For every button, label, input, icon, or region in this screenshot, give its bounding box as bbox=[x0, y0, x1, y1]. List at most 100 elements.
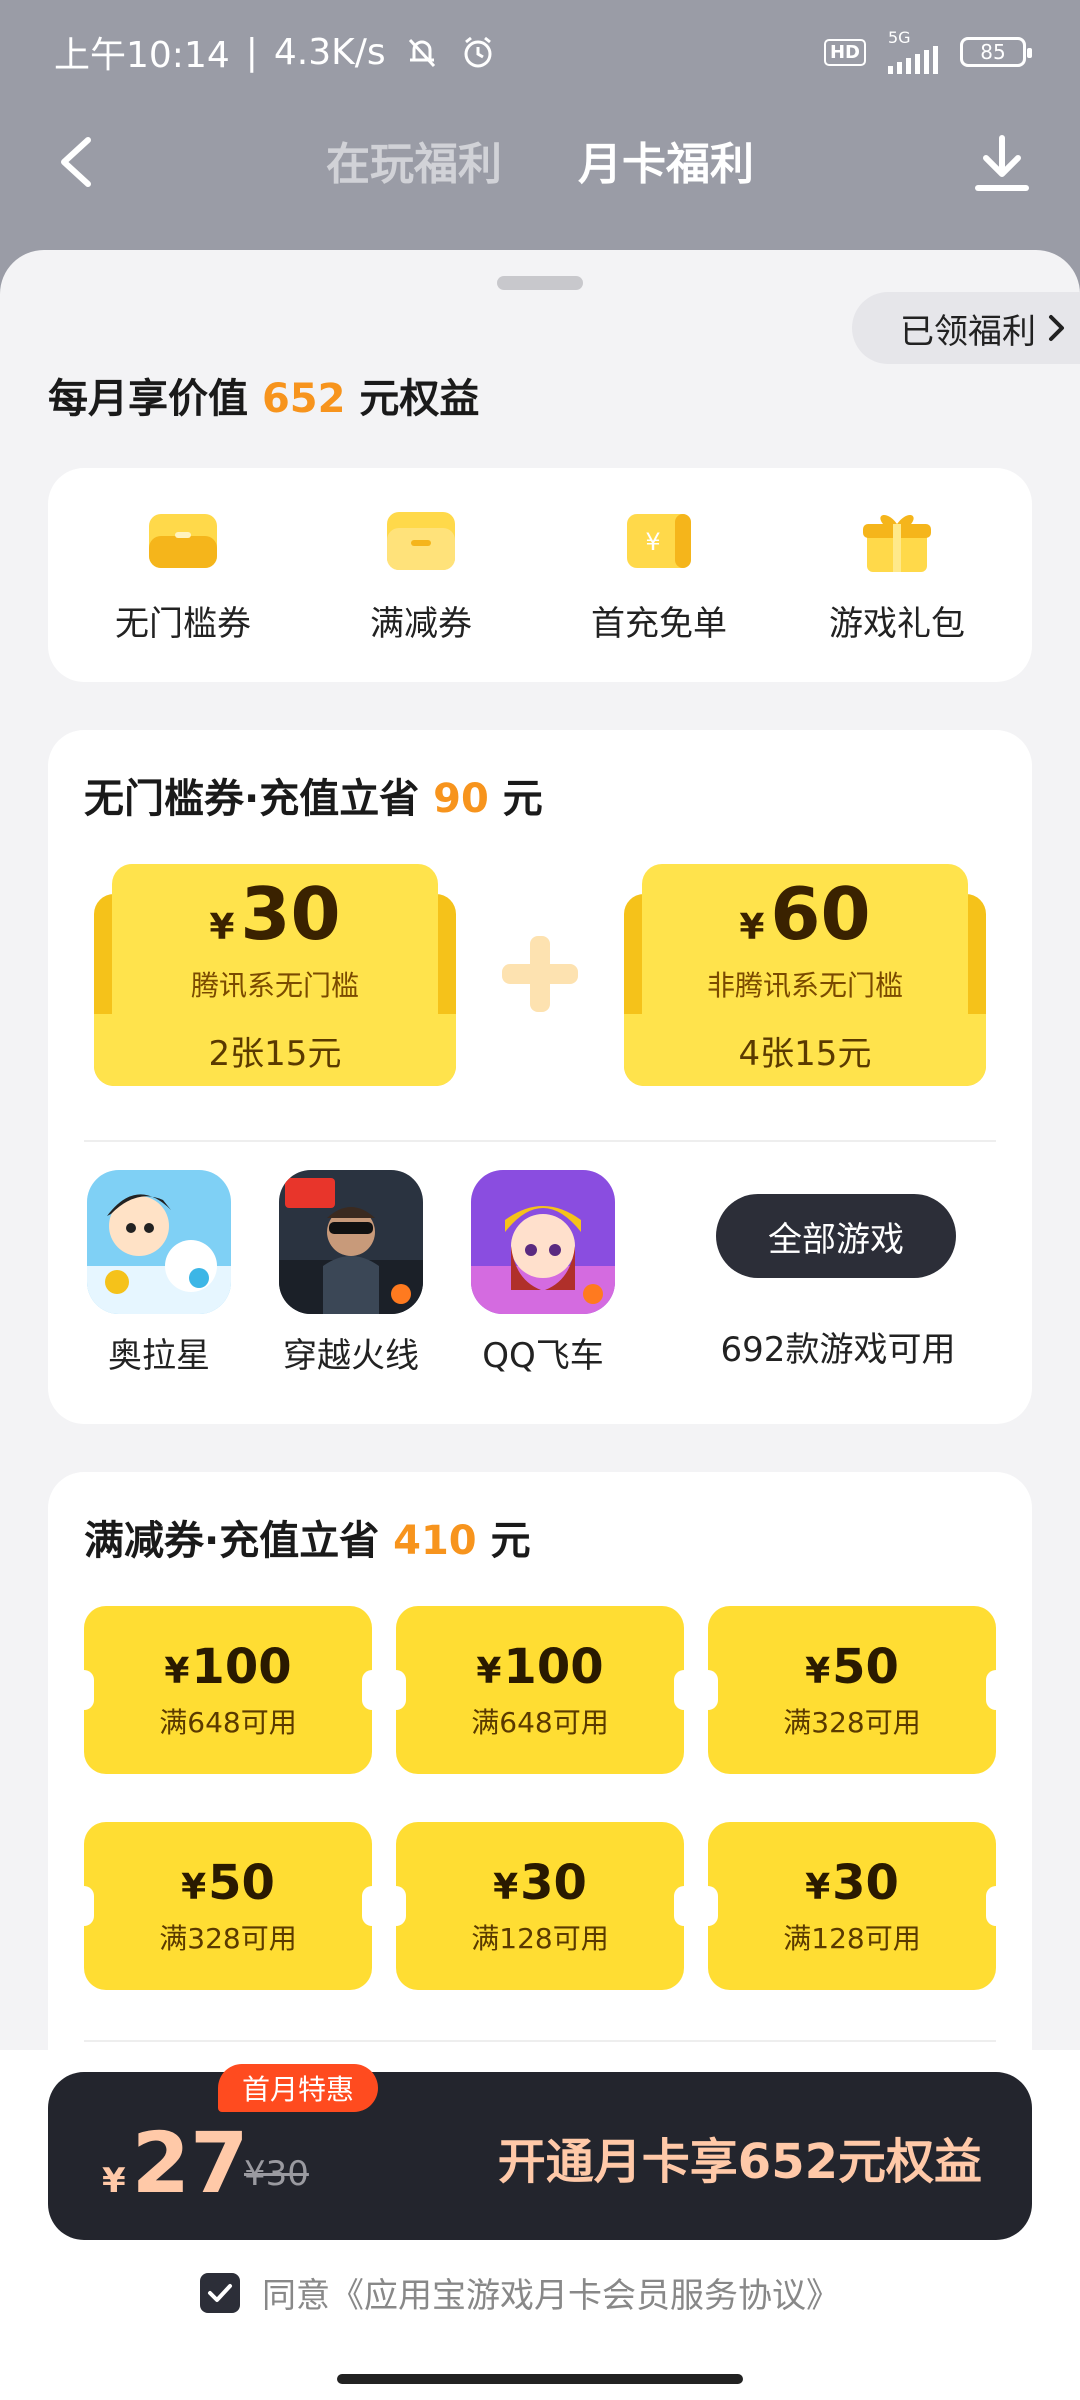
benefit-label: 满减券 bbox=[370, 603, 472, 644]
no-threshold-coupon-card: 无门槛券·充值立省 90 元 ¥30 腾讯系无门槛 2张15元 ¥60 非腾讯系… bbox=[48, 730, 1032, 1424]
available-games-count: 692款游戏可用 bbox=[720, 1330, 956, 1370]
game-name: 穿越火线 bbox=[283, 1336, 419, 1376]
coupon-count: 2张15元 bbox=[94, 1014, 456, 1086]
network-label: 5G bbox=[888, 28, 911, 47]
coupon-amount: ¥50 bbox=[181, 1855, 275, 1911]
aola-star-app-icon bbox=[87, 1170, 231, 1314]
status-left: 上午10:14 | 4.3K/s bbox=[54, 26, 498, 78]
agreement-text[interactable]: 同意《应用宝游戏月卡会员服务协议》 bbox=[262, 2268, 840, 2317]
discount-coupon[interactable]: ¥100 满648可用 bbox=[386, 1606, 694, 1774]
battery-level: 85 bbox=[980, 40, 1006, 64]
coupon-amount: ¥30 bbox=[805, 1855, 899, 1911]
coupon-condition: 满648可用 bbox=[159, 1706, 297, 1739]
gift-icon bbox=[863, 514, 931, 572]
download-icon[interactable] bbox=[974, 134, 1030, 194]
qq-speed-app-icon bbox=[471, 1170, 615, 1314]
agreement-row: 同意《应用宝游戏月卡会员服务协议》 bbox=[200, 2268, 840, 2317]
coupon-amount: ¥100 bbox=[164, 1639, 292, 1695]
section-title: 无门槛券·充值立省 90 元 bbox=[84, 766, 543, 824]
yen-coin-icon: ¥ bbox=[627, 513, 691, 568]
back-arrow-icon[interactable] bbox=[52, 134, 102, 190]
game-name: QQ飞车 bbox=[482, 1336, 604, 1376]
benefit-no-threshold[interactable]: 无门槛券 bbox=[73, 506, 293, 645]
agreement-checkbox[interactable] bbox=[200, 2272, 240, 2313]
svg-text:¥: ¥ bbox=[645, 528, 660, 556]
benefit-categories-card: 无门槛券 满减券 ¥ 首充免单 游戏礼包 bbox=[48, 468, 1032, 682]
crossfire-app-icon bbox=[279, 1170, 423, 1314]
cta-label: 开通月卡享652元权益 bbox=[497, 2134, 982, 2190]
checkmark-icon bbox=[208, 2283, 232, 2302]
coupon-count: 4张15元 bbox=[624, 1014, 986, 1086]
section-title: 满减券·充值立省 410 元 bbox=[84, 1508, 531, 1566]
discount-coupon[interactable]: ¥50 满328可用 bbox=[74, 1822, 382, 1990]
status-separator: | bbox=[245, 31, 258, 73]
game-qq-speed[interactable]: QQ飞车 bbox=[468, 1170, 618, 1377]
discount-coupon[interactable]: ¥30 满128可用 bbox=[386, 1822, 694, 1990]
coupon-condition: 满648可用 bbox=[471, 1706, 609, 1739]
benefit-label: 无门槛券 bbox=[115, 603, 251, 644]
coupon-amount: ¥30 bbox=[493, 1855, 587, 1911]
chevron-right-icon bbox=[1049, 315, 1064, 341]
signal-icon: 5G bbox=[888, 30, 938, 74]
discount-coupon[interactable]: ¥50 满328可用 bbox=[698, 1606, 1006, 1774]
home-indicator[interactable] bbox=[337, 2374, 743, 2384]
benefit-first-recharge-free[interactable]: ¥ 首充免单 bbox=[549, 506, 769, 645]
tab-bar: 在玩福利 月卡福利 bbox=[326, 128, 754, 192]
tencent-coupon[interactable]: ¥30 腾讯系无门槛 2张15元 bbox=[94, 864, 456, 1086]
sheet-drag-handle[interactable] bbox=[497, 276, 583, 290]
claimed-benefits-button[interactable]: 已领福利 bbox=[852, 292, 1080, 364]
status-right: HD 5G 85 bbox=[823, 30, 1032, 74]
benefit-label: 首充免单 bbox=[591, 603, 727, 644]
coupon-condition: 满328可用 bbox=[159, 1922, 297, 1955]
coupon-desc: 腾讯系无门槛 bbox=[190, 969, 359, 1002]
section-title-suffix: 元 bbox=[502, 776, 543, 822]
original-price: ¥30 bbox=[244, 2154, 309, 2194]
headline-suffix: 元权益 bbox=[359, 376, 480, 422]
monthly-value-headline: 每月享价值 652 元权益 bbox=[48, 366, 479, 424]
coupon-amount: ¥50 bbox=[805, 1639, 899, 1695]
benefit-discount-coupon[interactable]: 满减券 bbox=[311, 506, 531, 645]
current-price: ¥ 27 bbox=[102, 2114, 249, 2212]
coupon-desc: 非腾讯系无门槛 bbox=[706, 969, 903, 1002]
divider bbox=[84, 2040, 996, 2042]
benefit-label: 游戏礼包 bbox=[829, 603, 965, 644]
mute-bell-icon bbox=[408, 38, 435, 68]
section-title-suffix: 元 bbox=[490, 1518, 531, 1564]
tab-monthly-card-benefits[interactable]: 月卡福利 bbox=[578, 128, 754, 192]
headline-value: 652 bbox=[261, 376, 346, 422]
price-value: 27 bbox=[131, 2114, 249, 2212]
hd-badge: HD bbox=[823, 38, 866, 66]
claimed-benefits-label: 已领福利 bbox=[900, 311, 1036, 352]
tab-playing-benefits[interactable]: 在玩福利 bbox=[326, 128, 502, 192]
headline-prefix: 每月享价值 bbox=[48, 376, 248, 422]
coupon-amount: ¥60 bbox=[739, 872, 871, 956]
status-speed: 4.3K/s bbox=[273, 31, 386, 73]
coupon-amount: ¥100 bbox=[476, 1639, 604, 1695]
currency-symbol: ¥ bbox=[102, 2161, 126, 2201]
battery-icon: 85 bbox=[960, 37, 1032, 67]
game-crossfire[interactable]: 穿越火线 bbox=[276, 1170, 426, 1377]
section-title-value: 90 bbox=[433, 776, 489, 822]
game-aola-star[interactable]: 奥拉星 bbox=[84, 1170, 234, 1377]
discount-coupon[interactable]: ¥30 满128可用 bbox=[698, 1822, 1006, 1990]
section-title-value: 410 bbox=[393, 1518, 477, 1564]
nav-bar: 在玩福利 月卡福利 bbox=[0, 104, 1080, 216]
ticket-icon bbox=[149, 513, 217, 568]
divider bbox=[84, 1140, 996, 1142]
all-games-button[interactable]: 全部游戏 bbox=[716, 1194, 956, 1278]
first-month-promo-badge: 首月特惠 bbox=[218, 2064, 379, 2112]
purchase-bar: 首月特惠 ¥ 27 ¥30 开通月卡享652元权益 同意《应用宝游戏月卡会员服务… bbox=[0, 2050, 1080, 2400]
alarm-icon bbox=[464, 36, 492, 68]
section-title-prefix: 无门槛券·充值立省 bbox=[84, 776, 420, 822]
coupon-icon bbox=[387, 511, 455, 570]
open-monthly-card-button[interactable]: 首月特惠 ¥ 27 ¥30 开通月卡享652元权益 bbox=[48, 2064, 1032, 2240]
coupon-condition: 满128可用 bbox=[471, 1922, 609, 1955]
game-name: 奥拉星 bbox=[108, 1336, 210, 1376]
non-tencent-coupon[interactable]: ¥60 非腾讯系无门槛 4张15元 bbox=[624, 864, 986, 1086]
plus-icon bbox=[502, 936, 578, 1012]
discount-coupon[interactable]: ¥100 满648可用 bbox=[74, 1606, 382, 1774]
benefit-game-gift[interactable]: 游戏礼包 bbox=[787, 506, 1007, 645]
status-time: 上午10:14 bbox=[54, 35, 230, 76]
status-bar: 上午10:14 | 4.3K/s HD 5G 85 bbox=[0, 0, 1080, 104]
coupon-condition: 满328可用 bbox=[783, 1706, 921, 1739]
